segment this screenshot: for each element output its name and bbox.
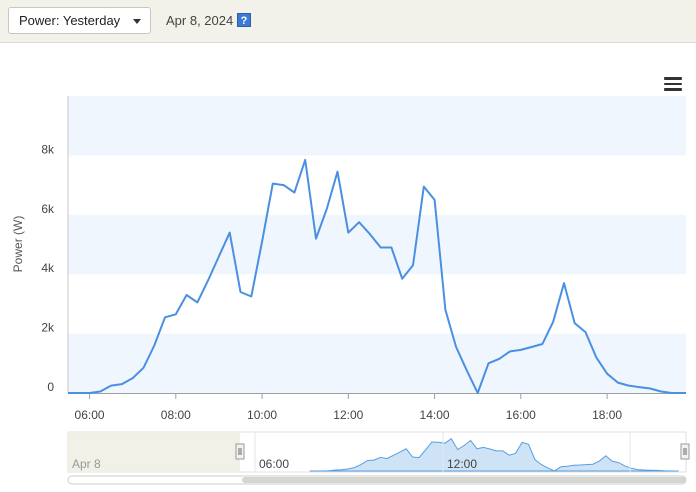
y-tick-label: 6k <box>41 202 55 216</box>
y-tick-label: 2k <box>41 321 55 335</box>
power-chart: 0 2k 4k 6k 8k 06:00 08:00 10:00 12:00 14:00 16:00… <box>11 96 690 485</box>
grid-band <box>68 155 686 215</box>
y-axis-title: Power (W) <box>11 216 25 273</box>
y-tick-label: 8k <box>41 142 55 156</box>
navigator[interactable]: Apr 8 06:00 12:00 <box>67 431 690 473</box>
x-tick-label: 08:00 <box>161 408 191 422</box>
y-tick-label: 0 <box>47 380 54 394</box>
x-tick-label: 06:00 <box>75 408 105 422</box>
x-tick-label: 18:00 <box>592 408 622 422</box>
y-tick-label: 4k <box>41 261 55 275</box>
scrollbar-thumb[interactable] <box>242 477 686 483</box>
navigator-right-handle[interactable] <box>680 443 690 460</box>
navigator-tick-0600: 06:00 <box>259 457 289 471</box>
navigator-date-label: Apr 8 <box>72 457 101 471</box>
navigator-left-handle[interactable] <box>235 443 245 460</box>
grid-band <box>68 274 686 334</box>
x-tick-label: 16:00 <box>506 408 536 422</box>
x-tick-label: 14:00 <box>420 408 450 422</box>
x-tick-label: 12:00 <box>333 408 363 422</box>
x-tick-label: 10:00 <box>247 408 277 422</box>
navigator-tick-1200: 12:00 <box>447 457 477 471</box>
grid-band <box>68 96 686 156</box>
navigator-scrollbar[interactable] <box>67 475 687 485</box>
grid-band <box>68 333 686 393</box>
